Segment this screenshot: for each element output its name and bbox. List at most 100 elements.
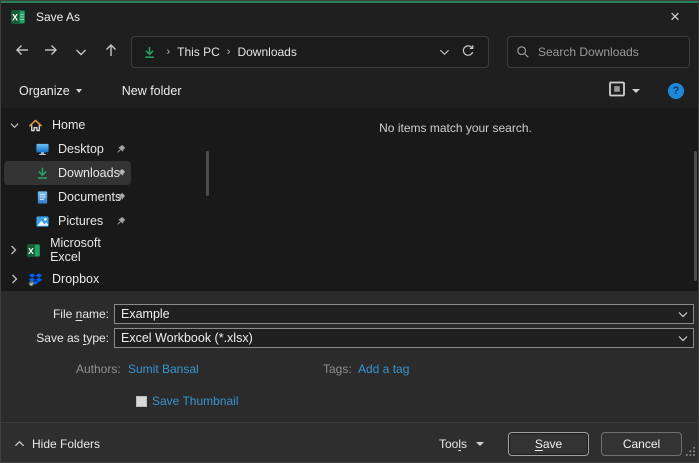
resize-grip-icon[interactable] [685, 444, 696, 462]
search-box[interactable] [507, 36, 690, 68]
save-thumbnail-row: Save Thumbnail [136, 394, 698, 408]
tools-button[interactable]: Tools [439, 437, 484, 451]
sidebar-item-label: Home [52, 118, 85, 132]
excel-accent-line [1, 1, 698, 3]
chevron-up-icon [14, 437, 25, 451]
breadcrumb-this-pc[interactable]: This PC [177, 45, 220, 59]
sidebar-item-downloads[interactable]: Downloads [4, 161, 131, 185]
sidebar-item-microsoft-excel[interactable]: X Microsoft Excel [4, 238, 131, 262]
content-area: Home Desktop Downloads Doc [1, 108, 698, 291]
breadcrumb-downloads[interactable]: Downloads [237, 45, 296, 59]
authors-value-link[interactable]: Sumit Bansal [128, 362, 199, 376]
file-list[interactable]: No items match your search. [213, 108, 698, 291]
pictures-icon [31, 214, 53, 229]
view-mode-button[interactable] [608, 81, 640, 100]
caret-down-icon [476, 442, 484, 446]
save-as-type-dropdown[interactable]: Excel Workbook (*.xlsx) [114, 328, 694, 348]
authors-label: Authors: [76, 362, 121, 376]
empty-results-message: No items match your search. [213, 121, 698, 135]
sidebar-item-dropbox[interactable]: Dropbox [4, 267, 131, 291]
close-button[interactable]: × [652, 3, 698, 31]
file-name-combobox[interactable] [114, 304, 694, 324]
downloads-folder-icon [142, 45, 157, 60]
up-button[interactable] [96, 37, 126, 67]
up-icon [103, 42, 119, 63]
file-name-label: File name: [1, 307, 114, 321]
sidebar-item-label: Desktop [58, 142, 104, 156]
chevron-down-icon[interactable] [4, 122, 24, 129]
save-thumbnail-checkbox[interactable] [136, 396, 147, 407]
chevron-right-icon[interactable] [4, 274, 24, 284]
excel-app-icon: X [10, 9, 26, 25]
tools-label: Tools [439, 437, 467, 451]
sidebar-item-label: Microsoft Excel [50, 236, 131, 264]
refresh-button[interactable] [456, 39, 480, 65]
save-thumbnail-label[interactable]: Save Thumbnail [152, 394, 239, 408]
save-button[interactable]: Save [508, 432, 589, 456]
help-icon: ? [673, 85, 680, 97]
sidebar-item-documents[interactable]: Documents [4, 185, 131, 209]
hide-folders-label: Hide Folders [32, 437, 100, 451]
svg-text:X: X [28, 245, 34, 255]
breadcrumb-separator: › [227, 46, 231, 58]
dialog-footer: Hide Folders Tools Save Cancel [1, 422, 698, 463]
chevron-down-icon[interactable] [673, 335, 693, 342]
pin-icon[interactable] [115, 216, 126, 227]
recent-locations-button[interactable] [66, 37, 96, 67]
title-bar: X Save As × [1, 1, 698, 31]
add-tag-link[interactable]: Add a tag [358, 362, 409, 376]
file-name-input[interactable] [115, 307, 673, 321]
sidebar-item-label: Documents [58, 190, 121, 204]
sidebar-item-desktop[interactable]: Desktop [4, 137, 131, 161]
metadata-row: Authors: Sumit Bansal Tags: Add a tag [1, 362, 698, 378]
sidebar-scrollbar[interactable] [206, 151, 209, 196]
caret-down-icon [76, 89, 82, 93]
breadcrumb-separator: › [166, 46, 170, 58]
address-dropdown-button[interactable] [432, 39, 456, 65]
help-button[interactable]: ? [668, 83, 684, 99]
dropbox-icon [24, 272, 46, 287]
pin-icon[interactable] [115, 144, 126, 155]
address-bar[interactable]: › This PC › Downloads [131, 36, 489, 68]
caret-down-icon [632, 89, 640, 93]
forward-button[interactable] [37, 37, 67, 67]
pin-icon[interactable] [115, 168, 126, 179]
save-as-type-row: Save as type: Excel Workbook (*.xlsx) [1, 328, 698, 348]
navigation-bar: › This PC › Downloads [1, 31, 698, 73]
svg-text:X: X [12, 13, 18, 23]
refresh-icon [461, 44, 475, 61]
new-folder-label: New folder [122, 84, 182, 98]
save-as-dialog: X Save As × › This PC › Downloads [0, 0, 699, 463]
sidebar-item-pictures[interactable]: Pictures [4, 209, 131, 233]
window-title: Save As [36, 10, 80, 24]
save-options-panel: File name: Save as type: Excel Workbook … [1, 291, 698, 422]
hide-folders-button[interactable]: Hide Folders [14, 437, 100, 451]
sidebar-item-home[interactable]: Home [4, 113, 131, 137]
chevron-down-icon[interactable] [673, 311, 693, 318]
back-icon [14, 42, 30, 63]
tags-label: Tags: [323, 362, 352, 376]
sidebar-item-label: Downloads [58, 166, 120, 180]
file-list-scrollbar[interactable] [694, 151, 697, 281]
downloads-icon [31, 166, 53, 181]
documents-icon [31, 190, 53, 205]
search-icon [516, 45, 530, 59]
command-bar: Organize New folder ? [1, 73, 698, 108]
new-folder-button[interactable]: New folder [122, 84, 182, 98]
view-mode-icon [608, 81, 626, 100]
excel-icon: X [23, 243, 44, 258]
desktop-icon [31, 142, 53, 157]
home-icon [24, 118, 46, 133]
search-input[interactable] [538, 45, 693, 59]
chevron-right-icon[interactable] [4, 245, 23, 255]
organize-label: Organize [19, 84, 70, 98]
save-as-type-label: Save as type: [1, 331, 114, 345]
navigation-pane: Home Desktop Downloads Doc [1, 108, 213, 291]
organize-button[interactable]: Organize [19, 84, 82, 98]
pin-icon[interactable] [115, 192, 126, 203]
forward-icon [43, 42, 59, 63]
save-as-type-value: Excel Workbook (*.xlsx) [115, 331, 673, 345]
back-button[interactable] [7, 37, 37, 67]
file-name-row: File name: [1, 304, 698, 324]
cancel-button[interactable]: Cancel [601, 432, 682, 456]
